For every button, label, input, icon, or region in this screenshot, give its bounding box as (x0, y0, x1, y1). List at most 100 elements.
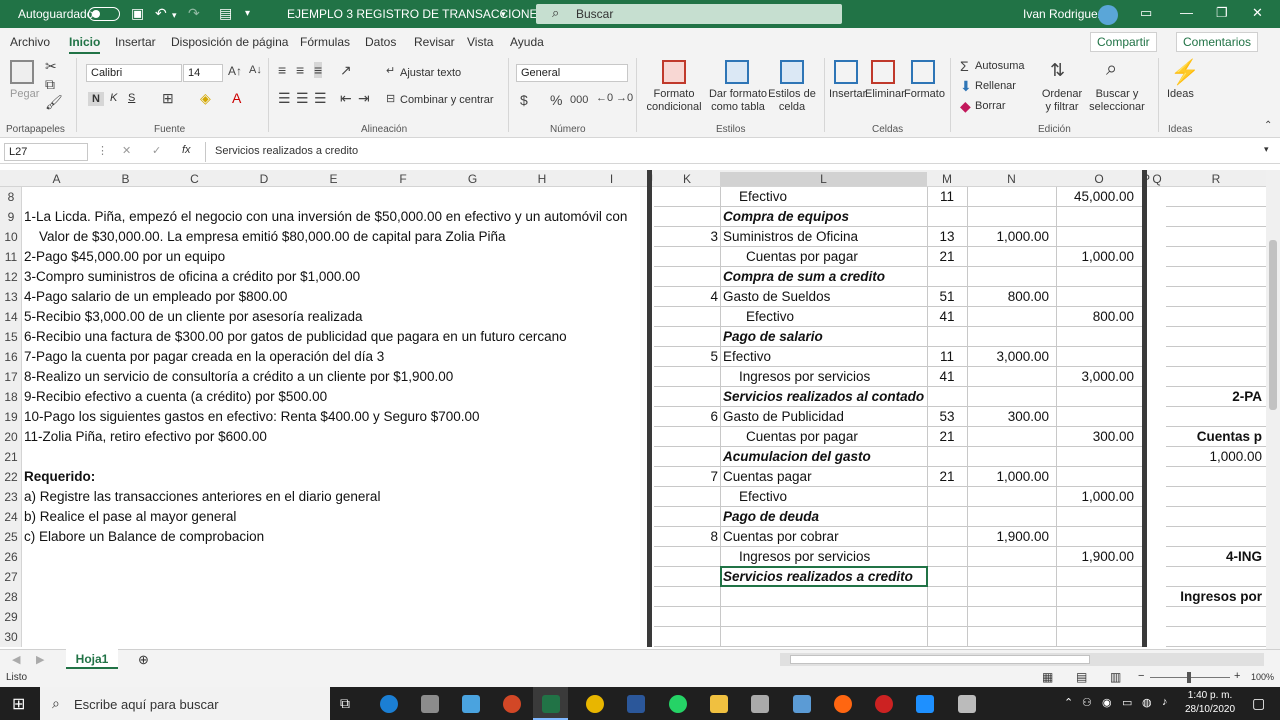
percent-button[interactable]: % (550, 92, 562, 108)
align-left-icon[interactable]: ☰ (278, 90, 291, 107)
store-icon[interactable] (421, 695, 439, 713)
notifications-icon[interactable]: ▢ (1252, 695, 1265, 712)
cell-o[interactable]: 45,000.00 (1056, 189, 1134, 204)
thousands-button[interactable]: 000 (570, 94, 588, 106)
row-header[interactable]: 12 (0, 270, 22, 290)
share-button[interactable]: Compartir (1090, 32, 1157, 52)
font-color-icon[interactable]: A (232, 90, 241, 106)
normal-view-icon[interactable]: ▦ (1042, 670, 1053, 684)
cell-o[interactable]: 800.00 (1056, 309, 1134, 324)
cell-m[interactable]: 21 (927, 469, 967, 484)
app-icon[interactable] (916, 695, 934, 713)
col-header[interactable]: K (654, 172, 720, 186)
increase-font-icon[interactable]: A↑ (228, 64, 242, 78)
cell-n[interactable]: 800.00 (967, 289, 1049, 304)
people-icon[interactable]: ⚇ (1082, 696, 1092, 709)
merge-center-button[interactable]: Combinar y centrar (400, 94, 494, 106)
clear-button[interactable]: Borrar (975, 100, 1006, 112)
page-layout-icon[interactable]: ▤ (1076, 670, 1087, 684)
chrome-icon[interactable] (586, 695, 604, 713)
cell-o[interactable]: 1,900.00 (1056, 549, 1134, 564)
undo-icon[interactable]: ↶ (155, 5, 167, 22)
decrease-decimal-icon[interactable]: →0 (616, 92, 633, 104)
minimize-icon[interactable]: — (1180, 5, 1193, 20)
record-icon[interactable] (875, 695, 893, 713)
format-cells-icon[interactable] (911, 60, 935, 84)
row-header[interactable]: 21 (0, 450, 22, 470)
file-explorer-icon[interactable] (710, 695, 728, 713)
col-header[interactable]: F (368, 172, 438, 186)
row-header[interactable]: 18 (0, 390, 22, 410)
row-header[interactable]: 23 (0, 490, 22, 510)
cell-styles-button[interactable]: Estilos de celda (768, 88, 816, 114)
conditional-format-icon[interactable] (662, 60, 686, 84)
find-icon[interactable]: ⌕ (1106, 58, 1117, 81)
cell-o[interactable]: 1,000.00 (1056, 249, 1134, 264)
cut-icon[interactable]: ✂ (45, 58, 57, 75)
cell-l[interactable]: Gasto de Sueldos (723, 289, 830, 304)
touch-mode-icon[interactable]: ▤ (219, 5, 232, 22)
filename-chevron-icon[interactable]: ▾ (501, 9, 506, 20)
expand-formula-icon[interactable]: ▾ (1264, 144, 1269, 155)
cell-l[interactable]: Compra de equipos (723, 209, 849, 224)
cell-l[interactable]: Cuentas por cobrar (723, 529, 839, 544)
cell-m[interactable]: 21 (927, 249, 967, 264)
ideas-button[interactable]: Ideas (1167, 88, 1194, 100)
cell-styles-icon[interactable] (780, 60, 804, 84)
row-header[interactable]: 11 (0, 250, 22, 270)
row-header[interactable]: 24 (0, 510, 22, 530)
increase-decimal-icon[interactable]: ←0 (596, 92, 613, 104)
cell-n[interactable]: 3,000.00 (967, 349, 1049, 364)
cell-r[interactable]: Ingresos por (1166, 589, 1262, 604)
font-size-select[interactable]: 14 (183, 64, 223, 82)
cell-a[interactable]: Requerido: (24, 469, 95, 484)
cell-m[interactable]: 11 (927, 349, 967, 364)
paste-icon[interactable] (10, 60, 34, 84)
cell-l[interactable]: Cuentas por pagar (746, 249, 858, 264)
comments-button[interactable]: Comentarios (1176, 32, 1259, 52)
cell-a[interactable]: b) Realice el pase al mayor general (24, 509, 236, 524)
undo-dropdown-icon[interactable]: ▾ (172, 10, 177, 21)
align-middle-icon[interactable]: ≡ (296, 62, 304, 78)
ideas-icon[interactable]: ⚡ (1170, 58, 1200, 87)
row-header[interactable]: 10 (0, 230, 22, 250)
taskbar-search[interactable]: ⌕ Escribe aquí para buscar (40, 687, 330, 720)
borders-icon[interactable]: ⊞ (162, 90, 174, 107)
decrease-indent-icon[interactable]: ⇤ (340, 90, 352, 107)
col-header[interactable]: N (967, 172, 1056, 186)
cell-n[interactable]: 1,900.00 (967, 529, 1049, 544)
cell-n[interactable]: 1,000.00 (967, 469, 1049, 484)
cell-m[interactable]: 11 (927, 189, 967, 204)
cell-l[interactable]: Efectivo (739, 489, 787, 504)
cell-l[interactable]: Ingresos por servicios (739, 549, 870, 564)
fill-button[interactable]: Rellenar (975, 80, 1016, 92)
autosave-toggle[interactable] (88, 7, 120, 21)
cell-l[interactable]: Acumulacion del gasto (723, 449, 871, 464)
row-header[interactable]: 19 (0, 410, 22, 430)
cell-k[interactable]: 3 (654, 229, 718, 244)
cell-l[interactable]: Servicios realizados al contado (723, 389, 924, 404)
cancel-icon[interactable]: ✕ (122, 144, 131, 157)
col-header[interactable]: C (160, 172, 229, 186)
cell-l[interactable]: Pago de deuda (723, 509, 819, 524)
horizontal-scroll-thumb[interactable] (790, 655, 1090, 664)
font-name-select[interactable]: Calibri (86, 64, 182, 82)
cell-l[interactable]: Gasto de Publicidad (723, 409, 844, 424)
collapse-ribbon-icon[interactable]: ⌃ (1264, 120, 1272, 131)
tab-archivo[interactable]: Archivo (10, 35, 50, 49)
search-box[interactable]: ⌕ Buscar (536, 4, 842, 24)
clock-date[interactable]: 28/10/2020 (1180, 704, 1240, 715)
cell-r[interactable]: Cuentas p (1166, 429, 1262, 444)
insert-cells-icon[interactable] (834, 60, 858, 84)
tab-datos[interactable]: Datos (365, 35, 396, 49)
tab-revisar[interactable]: Revisar (414, 35, 455, 49)
row-header[interactable]: 17 (0, 370, 22, 390)
row-header[interactable]: 15 (0, 330, 22, 350)
zoom-level[interactable]: 100% (1251, 672, 1274, 682)
prev-sheet-icon[interactable]: ◀ (12, 653, 20, 666)
cell-l[interactable]: Efectivo (746, 309, 794, 324)
align-top-icon[interactable]: ≡ (278, 62, 286, 78)
cell-r[interactable]: 4-ING (1166, 549, 1262, 564)
tab-formulas[interactable]: Fórmulas (300, 35, 350, 49)
wifi-icon[interactable]: ◉ (1102, 696, 1112, 709)
